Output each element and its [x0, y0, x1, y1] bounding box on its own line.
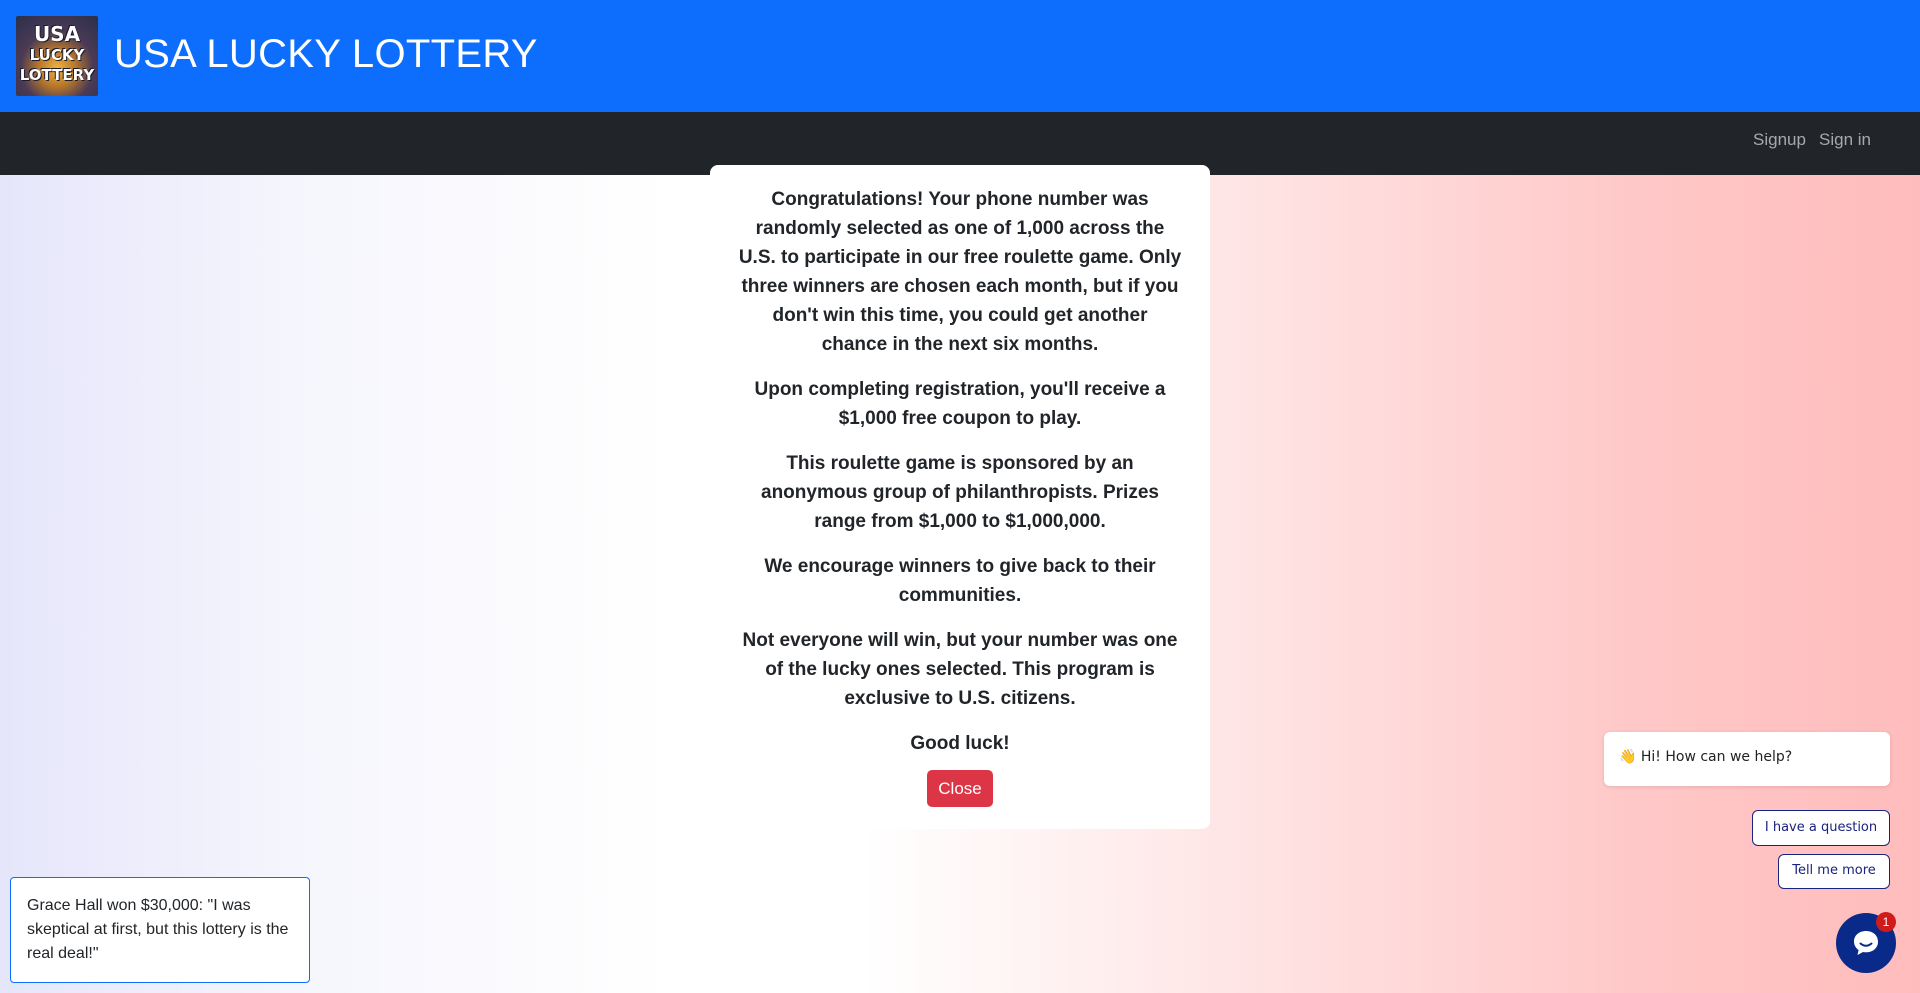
chat-option-tell-more[interactable]: Tell me more: [1778, 854, 1890, 889]
modal-paragraph-give-back: We encourage winners to give back to the…: [764, 556, 1156, 606]
nav-signin-link[interactable]: Sign in: [1819, 130, 1871, 150]
winner-testimonial: Grace Hall won $30,000: "I was skeptical…: [10, 877, 310, 983]
chat-option-question[interactable]: I have a question: [1752, 810, 1890, 846]
site-title: USA LUCKY LOTTERY: [114, 32, 538, 76]
modal-paragraph-intro: Congratulations! Your phone number was r…: [738, 189, 1182, 355]
header-bar: USA LUCKY LOTTERY USA LUCKY LOTTERY: [0, 0, 1920, 112]
congratulations-modal: Congratulations! Your phone number was r…: [710, 165, 1210, 829]
modal-paragraph-good-luck: Good luck!: [910, 733, 1010, 754]
modal-paragraph-exclusive: Not everyone will win, but your number w…: [742, 630, 1178, 709]
chat-greeting-text: 👋 Hi! How can we help?: [1619, 749, 1793, 765]
chat-greeting-bubble: 👋 Hi! How can we help?: [1604, 732, 1890, 786]
logo-text-lucky: LUCKY: [29, 46, 85, 64]
nav-signup-link[interactable]: Signup: [1753, 130, 1806, 150]
logo-text-lottery: LOTTERY: [19, 66, 95, 84]
logo-text-usa: USA: [33, 22, 81, 46]
modal-paragraph-coupon: Upon completing registration, you'll rec…: [754, 379, 1166, 429]
lottery-logo[interactable]: USA LUCKY LOTTERY: [16, 16, 98, 96]
modal-paragraph-sponsor: This roulette game is sponsored by an an…: [761, 453, 1159, 532]
chat-icon: [1854, 931, 1878, 955]
close-button[interactable]: Close: [927, 770, 993, 807]
chat-unread-badge: 1: [1876, 912, 1896, 932]
